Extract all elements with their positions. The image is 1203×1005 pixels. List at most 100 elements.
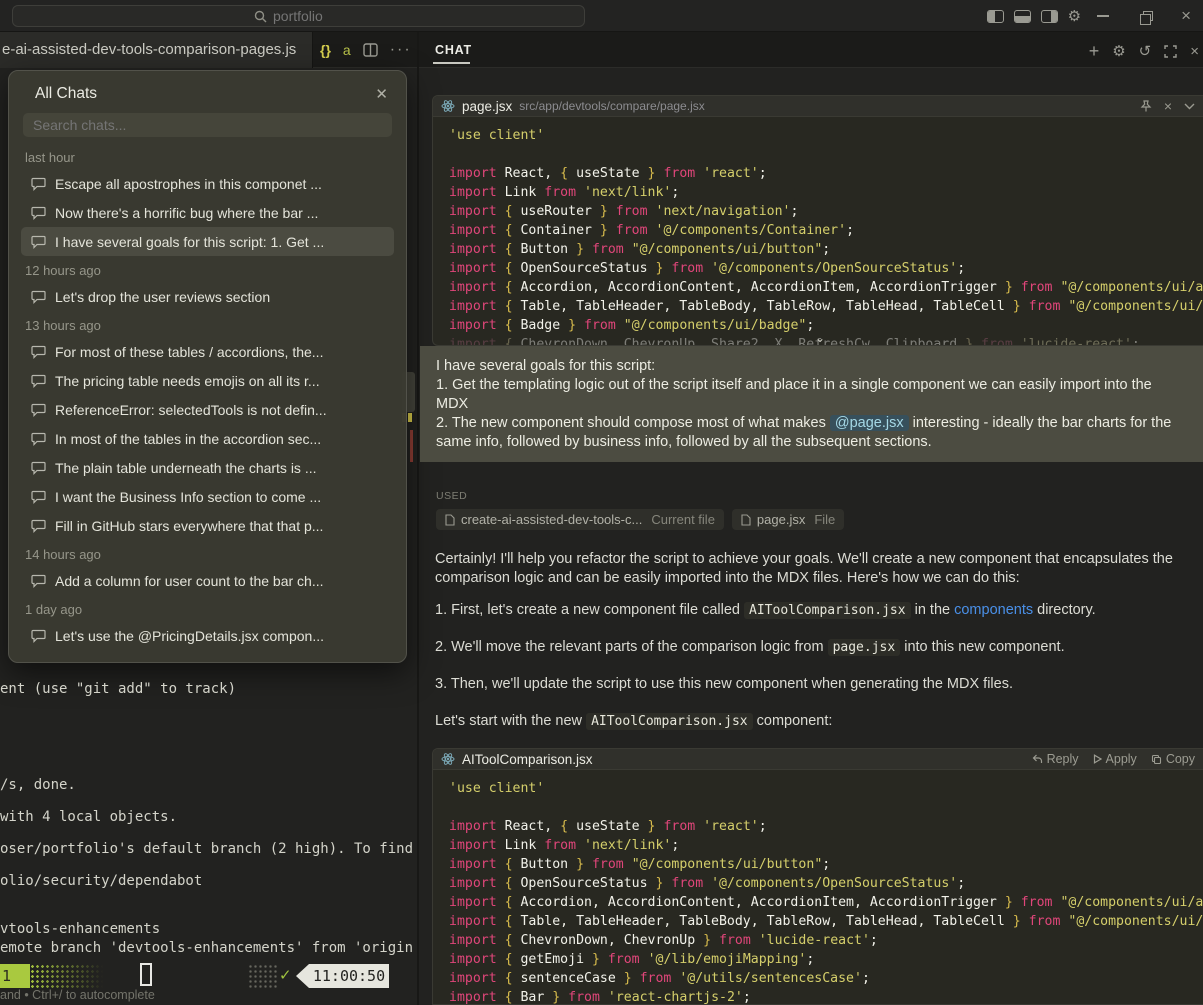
- reply-icon: [1032, 754, 1043, 764]
- chat-group-label: 12 hours ago: [21, 256, 394, 282]
- status-dither: [248, 964, 278, 988]
- chat-history-icon[interactable]: ↺: [1139, 44, 1152, 59]
- assistant-paragraph: 2. We'll move the relevant parts of the …: [435, 638, 1203, 657]
- chevron-down-icon[interactable]: [1184, 103, 1195, 110]
- chat-list-item[interactable]: The plain table underneath the charts is…: [21, 453, 394, 482]
- close-chat-icon[interactable]: ×: [1190, 43, 1199, 60]
- new-chat-icon[interactable]: +: [1089, 41, 1100, 62]
- code-line: import Link from 'next/link';: [449, 836, 1203, 855]
- clock-segment: 11:00:50: [309, 964, 389, 988]
- code-line: import { ChevronDown, ChevronUp, Share2,…: [449, 335, 1203, 345]
- code-line: import { getEmoji } from '@/lib/emojiMap…: [449, 950, 1203, 969]
- code-line: import { sentenceCase } from '@/utils/se…: [449, 969, 1203, 988]
- used-file-chip[interactable]: page.jsxFile: [732, 509, 844, 530]
- code-line: import { Accordion, AccordionContent, Ac…: [449, 278, 1203, 297]
- react-icon: [441, 99, 455, 113]
- pin-icon[interactable]: [1140, 100, 1152, 113]
- file-icon: [445, 514, 455, 526]
- search-input[interactable]: [273, 8, 343, 24]
- chat-bubble-icon: [31, 432, 46, 446]
- chat-list-item[interactable]: Escape all apostrophes in this componet …: [21, 169, 394, 198]
- chat-list-item[interactable]: Let's use the @PricingDetails.jsx compon…: [21, 621, 394, 650]
- minimize-icon[interactable]: [1097, 15, 1109, 17]
- fold-chevron-icon[interactable]: ⌄: [815, 333, 825, 343]
- chat-settings-gear-icon[interactable]: ⚙: [1112, 44, 1125, 59]
- inline-link[interactable]: components: [954, 602, 1033, 618]
- reply-button[interactable]: Reply: [1032, 752, 1079, 766]
- prompt-dither: [30, 964, 110, 988]
- chat-item-label: Fill in GitHub stars everywhere that tha…: [55, 518, 323, 534]
- code-line: import React, { useState } from 'react';: [449, 817, 1203, 836]
- tab-overflow-menu[interactable]: ···: [390, 41, 412, 59]
- terminal-line: olio/security/dependabot: [0, 873, 202, 889]
- copy-button[interactable]: Copy: [1151, 752, 1195, 766]
- chat-list-item[interactable]: I have several goals for this script: 1.…: [21, 227, 394, 256]
- code-block-aitoolcomparison: AIToolComparison.jsx Reply Apply Copy 'use…: [432, 748, 1203, 1005]
- toggle-left-dock-icon[interactable]: [987, 10, 1004, 23]
- code-line: import { Container } from '@/components/…: [449, 221, 1203, 240]
- terminal-prompt-segment: 1: [0, 964, 30, 988]
- chat-list-item[interactable]: For most of these tables / accordions, t…: [21, 337, 394, 366]
- chat-bubble-icon: [31, 235, 46, 249]
- code-block-title: AIToolComparison.jsx: [462, 752, 593, 767]
- terminal-line: emote branch 'devtools-enhancements' fro…: [0, 940, 413, 956]
- inline-code: AIToolComparison.jsx: [744, 602, 911, 619]
- file-mention-chip[interactable]: @page.jsx: [830, 415, 909, 431]
- project-search[interactable]: [12, 5, 585, 27]
- chat-group-label: 13 hours ago: [21, 311, 394, 337]
- chat-item-label: In most of the tables in the accordion s…: [55, 431, 321, 447]
- file-tab[interactable]: e-ai-assisted-dev-tools-comparison-pages…: [0, 32, 313, 68]
- close-code-icon[interactable]: ×: [1164, 98, 1172, 114]
- toggle-right-dock-icon[interactable]: [1041, 10, 1058, 23]
- apply-play-icon: [1093, 754, 1102, 764]
- chat-list-item[interactable]: Fill in GitHub stars everywhere that tha…: [21, 511, 394, 540]
- chat-list-item[interactable]: Add a column for user count to the bar c…: [21, 566, 394, 595]
- terminal-line: vtools-enhancements: [0, 921, 160, 937]
- chat-list-item[interactable]: The pricing table needs emojis on all it…: [21, 366, 394, 395]
- code-line: import Link from 'next/link';: [449, 183, 1203, 202]
- used-file-chip[interactable]: create-ai-assisted-dev-tools-c...Current…: [436, 509, 724, 530]
- assistant-paragraph: Let's start with the new AIToolCompariso…: [435, 712, 1203, 731]
- chat-item-label: Add a column for user count to the bar c…: [55, 573, 323, 589]
- code-line: import { Button } from "@/components/ui/…: [449, 855, 1203, 874]
- chat-item-label: The pricing table needs emojis on all it…: [55, 373, 320, 389]
- code-line: import { OpenSourceStatus } from '@/comp…: [449, 259, 1203, 278]
- settings-gear-icon[interactable]: ⚙: [1068, 9, 1081, 24]
- chat-list-item[interactable]: Let's drop the user reviews section: [21, 282, 394, 311]
- restore-window-icon[interactable]: [1143, 11, 1153, 21]
- chat-panel-controls: + ⚙ ↺ ×: [1089, 36, 1199, 66]
- code-line: 'use client': [449, 126, 1203, 145]
- all-chats-title: All Chats: [35, 85, 97, 103]
- close-popover-icon[interactable]: ✕: [375, 85, 388, 103]
- apply-button[interactable]: Apply: [1093, 752, 1137, 766]
- chat-search[interactable]: [23, 113, 392, 137]
- code-line: import { ChevronDown, ChevronUp } from '…: [449, 931, 1203, 950]
- chat-tab-underline: [433, 62, 470, 64]
- code-block-path: src/app/devtools/compare/page.jsx: [519, 99, 704, 113]
- code-content: 'use client' import React, { useState } …: [433, 770, 1203, 1004]
- chat-bubble-icon: [31, 290, 46, 304]
- tab-chat[interactable]: CHAT: [435, 43, 472, 57]
- toggle-bottom-dock-icon[interactable]: [1014, 10, 1031, 23]
- close-window-icon[interactable]: ×: [1181, 6, 1191, 26]
- scrollbar-diagnostic-mark: [410, 430, 413, 462]
- chat-item-label: I want the Business Info section to come…: [55, 489, 321, 505]
- expand-chat-icon[interactable]: [1164, 45, 1177, 58]
- all-chats-popover: All Chats ✕ last hourEscape all apostrop…: [8, 70, 407, 663]
- chat-search-input[interactable]: [33, 117, 382, 133]
- chip-filename: create-ai-assisted-dev-tools-c...: [461, 512, 642, 527]
- chat-item-label: Let's use the @PricingDetails.jsx compon…: [55, 628, 324, 644]
- split-pane-icon[interactable]: [363, 43, 378, 57]
- chat-list-item[interactable]: In most of the tables in the accordion s…: [21, 424, 394, 453]
- react-icon: [441, 752, 455, 766]
- chat-list-item[interactable]: Now there's a horrific bug where the bar…: [21, 198, 394, 227]
- chat-list-item[interactable]: ReferenceError: selectedTools is not def…: [21, 395, 394, 424]
- chat-item-label: For most of these tables / accordions, t…: [55, 344, 323, 360]
- chat-panel: page.jsx src/app/devtools/compare/page.j…: [419, 68, 1203, 1005]
- chat-item-label: The plain table underneath the charts is…: [55, 460, 317, 476]
- chat-list-item[interactable]: I want the Business Info section to come…: [21, 482, 394, 511]
- chat-item-label: Now there's a horrific bug where the bar…: [55, 205, 318, 221]
- powerline-arrow: [296, 964, 309, 988]
- user-message: I have several goals for this script: 1.…: [420, 346, 1203, 462]
- chat-bubble-icon: [31, 519, 46, 533]
